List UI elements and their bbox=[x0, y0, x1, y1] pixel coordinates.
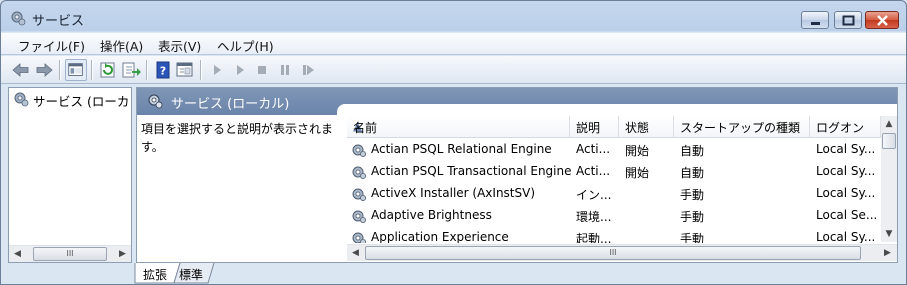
menu-action[interactable]: 操作(A) bbox=[100, 36, 143, 55]
service-name: Actian PSQL Transactional Engine bbox=[371, 164, 571, 178]
scroll-right-icon[interactable]: ▶ bbox=[879, 245, 896, 261]
service-row[interactable]: Application Experience 起動... 手動 Local Sy… bbox=[347, 227, 881, 243]
scroll-thumb[interactable]: III bbox=[365, 246, 861, 260]
toolbar: ? bbox=[1, 56, 906, 84]
minimize-button[interactable] bbox=[801, 11, 829, 29]
view-tabs: 拡張 標準 bbox=[132, 263, 906, 284]
column-label: 状態 bbox=[625, 121, 650, 135]
export-list-icon[interactable] bbox=[120, 59, 142, 81]
column-header-status[interactable]: 状態 bbox=[619, 116, 674, 138]
service-row[interactable]: Actian PSQL Transactional Engine Acti...… bbox=[347, 161, 881, 183]
scroll-right-icon[interactable]: ▶ bbox=[114, 246, 131, 262]
service-name: Application Experience bbox=[371, 230, 509, 243]
service-gear-icon bbox=[352, 232, 366, 243]
service-startup-type: 自動 bbox=[680, 166, 705, 180]
toolbar-separator bbox=[200, 60, 201, 80]
svg-text:?: ? bbox=[160, 65, 166, 78]
column-header-logon[interactable]: ログオン bbox=[810, 116, 881, 138]
service-description-cell: 起動... bbox=[576, 232, 612, 243]
service-gear-icon bbox=[352, 210, 366, 223]
title-bar: サービス bbox=[1, 1, 906, 33]
scroll-thumb[interactable]: III bbox=[33, 247, 107, 261]
service-description-cell: イン... bbox=[576, 188, 612, 202]
service-gear-icon bbox=[352, 166, 366, 179]
help-icon[interactable]: ? bbox=[152, 59, 174, 81]
column-header-startup-type[interactable]: スタートアップの種類 bbox=[674, 116, 810, 138]
services-window: サービス ファイル(F) 操作(A) 表示(V) ヘルプ(H) ? サービス (… bbox=[0, 0, 907, 285]
service-startup-type: 手動 bbox=[680, 232, 705, 243]
service-logon: Local Sy... bbox=[816, 164, 876, 178]
console-tree-icon[interactable] bbox=[65, 59, 87, 81]
column-label: 説明 bbox=[576, 121, 601, 135]
tree-item-services-local[interactable]: サービス (ローカ bbox=[11, 90, 131, 109]
window-title: サービス bbox=[32, 14, 85, 29]
menu-help[interactable]: ヘルプ(H) bbox=[217, 36, 274, 55]
menu-file[interactable]: ファイル(F) bbox=[18, 36, 85, 55]
service-row[interactable]: Adaptive Brightness 環境... 手動 Local Se... bbox=[347, 205, 881, 227]
start-service-alt-icon[interactable] bbox=[229, 59, 251, 81]
service-description: 項目を選択すると説明が表示されます。 bbox=[141, 122, 334, 154]
list-horizontal-scrollbar[interactable]: ◀ III ▶ bbox=[347, 244, 897, 261]
close-icon bbox=[877, 15, 888, 26]
service-startup-type: 自動 bbox=[680, 144, 705, 158]
service-name: Adaptive Brightness bbox=[371, 208, 492, 222]
services-gear-icon bbox=[148, 94, 163, 109]
tab-label: 標準 bbox=[179, 268, 204, 282]
tree-horizontal-scrollbar[interactable]: ◀ III ▶ bbox=[9, 245, 131, 262]
service-description-cell: 環境... bbox=[576, 210, 612, 224]
service-gear-icon bbox=[352, 144, 366, 157]
column-label: 名前 bbox=[353, 121, 378, 135]
service-row[interactable]: Actian PSQL Relational Engine Acti... 開始… bbox=[347, 139, 881, 161]
service-logon: Local Sy... bbox=[816, 230, 876, 243]
service-logon: Local Sy... bbox=[816, 186, 876, 200]
service-name: Actian PSQL Relational Engine bbox=[371, 142, 552, 156]
minimize-icon bbox=[811, 22, 820, 25]
service-status: 開始 bbox=[625, 144, 650, 158]
toolbar-separator bbox=[59, 60, 60, 80]
column-header-name[interactable]: ▲ 名前 bbox=[347, 116, 570, 138]
services-detail-pane: サービス (ローカル) 項目を選択すると説明が表示されます。 ▲ 名前 説明 状… bbox=[136, 87, 898, 263]
service-status: 開始 bbox=[625, 166, 650, 180]
forward-icon[interactable] bbox=[33, 59, 55, 81]
toolbar-separator bbox=[91, 60, 92, 80]
list-vertical-scrollbar[interactable]: ▲ ▼ bbox=[881, 116, 897, 242]
service-name: ActiveX Installer (AxInstSV) bbox=[371, 186, 536, 200]
scroll-thumb[interactable] bbox=[882, 133, 896, 149]
service-row[interactable]: ActiveX Installer (AxInstSV) イン... 手動 Lo… bbox=[347, 183, 881, 205]
service-description-cell: Acti... bbox=[576, 142, 611, 156]
stop-service-icon[interactable] bbox=[251, 59, 273, 81]
service-startup-type: 手動 bbox=[680, 210, 705, 224]
scroll-down-icon[interactable]: ▼ bbox=[881, 226, 897, 242]
start-service-icon[interactable] bbox=[206, 59, 228, 81]
menu-view[interactable]: 表示(V) bbox=[158, 36, 201, 55]
scroll-left-icon[interactable]: ◀ bbox=[347, 245, 364, 261]
tree-item-label: サービス (ローカ bbox=[33, 94, 130, 109]
close-button[interactable] bbox=[865, 11, 899, 29]
maximize-button[interactable] bbox=[834, 11, 862, 29]
service-description-cell: Acti... bbox=[576, 164, 611, 178]
column-label: ログオン bbox=[816, 121, 865, 135]
tab-label: 拡張 bbox=[143, 268, 168, 282]
service-logon: Local Se... bbox=[816, 208, 878, 222]
scroll-up-icon[interactable]: ▲ bbox=[881, 116, 897, 132]
restart-service-icon[interactable] bbox=[297, 59, 319, 81]
column-header-description[interactable]: 説明 bbox=[570, 116, 619, 138]
console-tree-pane: サービス (ローカ ◀ III ▶ bbox=[8, 87, 132, 263]
service-gear-icon bbox=[352, 188, 366, 201]
column-label: スタートアップの種類 bbox=[680, 121, 801, 135]
tab-standard[interactable]: 標準 bbox=[169, 263, 211, 284]
menu-bar: ファイル(F) 操作(A) 表示(V) ヘルプ(H) bbox=[1, 33, 906, 55]
refresh-icon[interactable] bbox=[97, 59, 119, 81]
back-icon[interactable] bbox=[10, 59, 32, 81]
services-gear-icon bbox=[11, 11, 26, 26]
scroll-left-icon[interactable]: ◀ bbox=[9, 246, 26, 262]
services-gear-icon bbox=[14, 92, 29, 107]
pause-service-icon[interactable] bbox=[274, 59, 296, 81]
maximize-icon bbox=[842, 15, 855, 26]
service-logon: Local Sy... bbox=[816, 142, 876, 156]
service-startup-type: 手動 bbox=[680, 188, 705, 202]
pane-header-title: サービス (ローカル) bbox=[171, 97, 290, 112]
properties-icon[interactable] bbox=[174, 59, 196, 81]
toolbar-separator bbox=[146, 60, 147, 80]
